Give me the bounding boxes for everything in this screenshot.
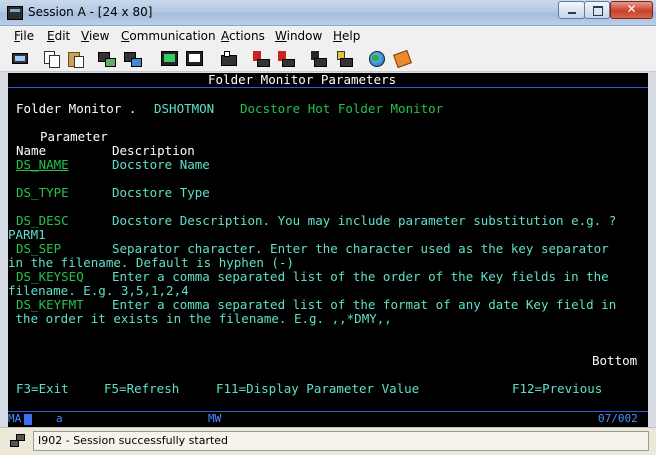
operator-info-area: MA a MW 07/002 [8,411,648,427]
globe-icon[interactable] [367,49,387,69]
record-macro-icon[interactable] [219,49,239,69]
keypad-icon[interactable] [185,49,205,69]
menu-help[interactable]: Help [333,29,360,43]
menu-view[interactable]: View [81,29,109,43]
menu-actions[interactable]: Actions [221,29,265,43]
param-desc-ds-keyseq: Enter a comma separated list of the orde… [112,269,609,284]
parameter-header: Parameter [40,129,108,144]
minimize-button[interactable] [558,1,585,19]
param-name-ds-sep[interactable]: DS_SEP [16,242,61,256]
oia-cursor-block [24,414,32,425]
run-icon[interactable] [308,49,328,69]
folder-monitor-value: DSHOTMON [154,101,215,116]
name-column-header: Name [16,143,47,158]
send-icon[interactable] [97,49,117,69]
param-desc-ds-type: Docstore Type [112,185,210,200]
stop-macro-icon[interactable] [276,49,296,69]
receive-icon[interactable] [123,49,143,69]
param-desc-ds-name: Docstore Name [112,157,210,172]
fkey-f3-exit[interactable]: F3=Exit [16,382,69,396]
menu-window[interactable]: Window [275,29,322,43]
param-desc-ds-keyseq-cont: filename. E.g. 3,5,1,2,4 [8,283,189,298]
param-desc-ds-keyfmt-cont: the order it exists in the filename. E.g… [8,311,392,326]
param-desc-ds-keyfmt: Enter a comma separated list of the form… [112,297,617,312]
bottom-indicator: Bottom [592,353,638,368]
settings-icon[interactable] [334,49,354,69]
window-title: Session A - [24 x 80] [28,5,153,19]
param-desc-ds-sep: Separator character. Enter the character… [112,241,609,256]
maximize-button[interactable] [584,1,610,19]
param-name-ds-keyseq[interactable]: DS_KEYSEQ [16,270,84,284]
menu-edit[interactable]: Edit [47,29,70,43]
param-name-ds-desc[interactable]: DS_DESC [16,214,69,228]
title-bar[interactable]: Session A - [24 x 80] ✕ [0,0,656,26]
copy-icon[interactable] [42,49,62,69]
screen-heading: Folder Monitor Parameters [208,72,397,87]
param-desc-ds-desc-cont: PARM1 [8,227,46,242]
fkey-f11-display-value[interactable]: F11=Display Parameter Value [216,382,419,396]
terminal-screen[interactable]: Folder Monitor Parameters Folder Monitor… [8,72,648,427]
param-desc-ds-desc: Docstore Description. You may include pa… [112,213,617,228]
folder-monitor-label: Folder Monitor . [16,101,137,116]
param-name-ds-keyfmt[interactable]: DS_KEYFMT [16,298,84,312]
status-bar: I902 - Session successfully started [0,427,656,455]
oia-message-waiting: MW [208,412,222,425]
close-icon: ✕ [626,2,637,16]
menu-file[interactable]: File [14,29,34,43]
display-icon[interactable] [160,49,180,69]
folder-monitor-description: Docstore Hot Folder Monitor [240,101,444,116]
close-button[interactable]: ✕ [610,1,653,19]
param-desc-ds-sep-cont: in the filename. Default is hyphen (-) [8,255,294,270]
oia-input-mode: a [56,412,63,425]
description-column-header: Description [112,143,195,158]
paste-icon[interactable] [66,49,86,69]
fkey-f12-previous[interactable]: F12=Previous [512,382,602,396]
status-message: I902 - Session successfully started [38,434,229,447]
toolbar [0,46,656,72]
param-name-ds-type[interactable]: DS_TYPE [16,186,69,200]
play-macro-icon[interactable] [251,49,271,69]
fkey-f5-refresh[interactable]: F5=Refresh [104,382,179,396]
oia-session-indicator: MA [8,412,22,425]
session-icon [7,6,23,20]
menu-communication[interactable]: Communication [121,29,216,43]
oia-cursor-position: 07/002 [598,412,638,425]
param-name-ds-name[interactable]: DS_NAME [16,158,69,172]
print-screen-icon[interactable] [10,49,30,69]
menu-bar: File Edit View Communication Actions Win… [0,26,656,46]
connection-icon [10,434,26,448]
help-icon[interactable] [392,49,412,69]
